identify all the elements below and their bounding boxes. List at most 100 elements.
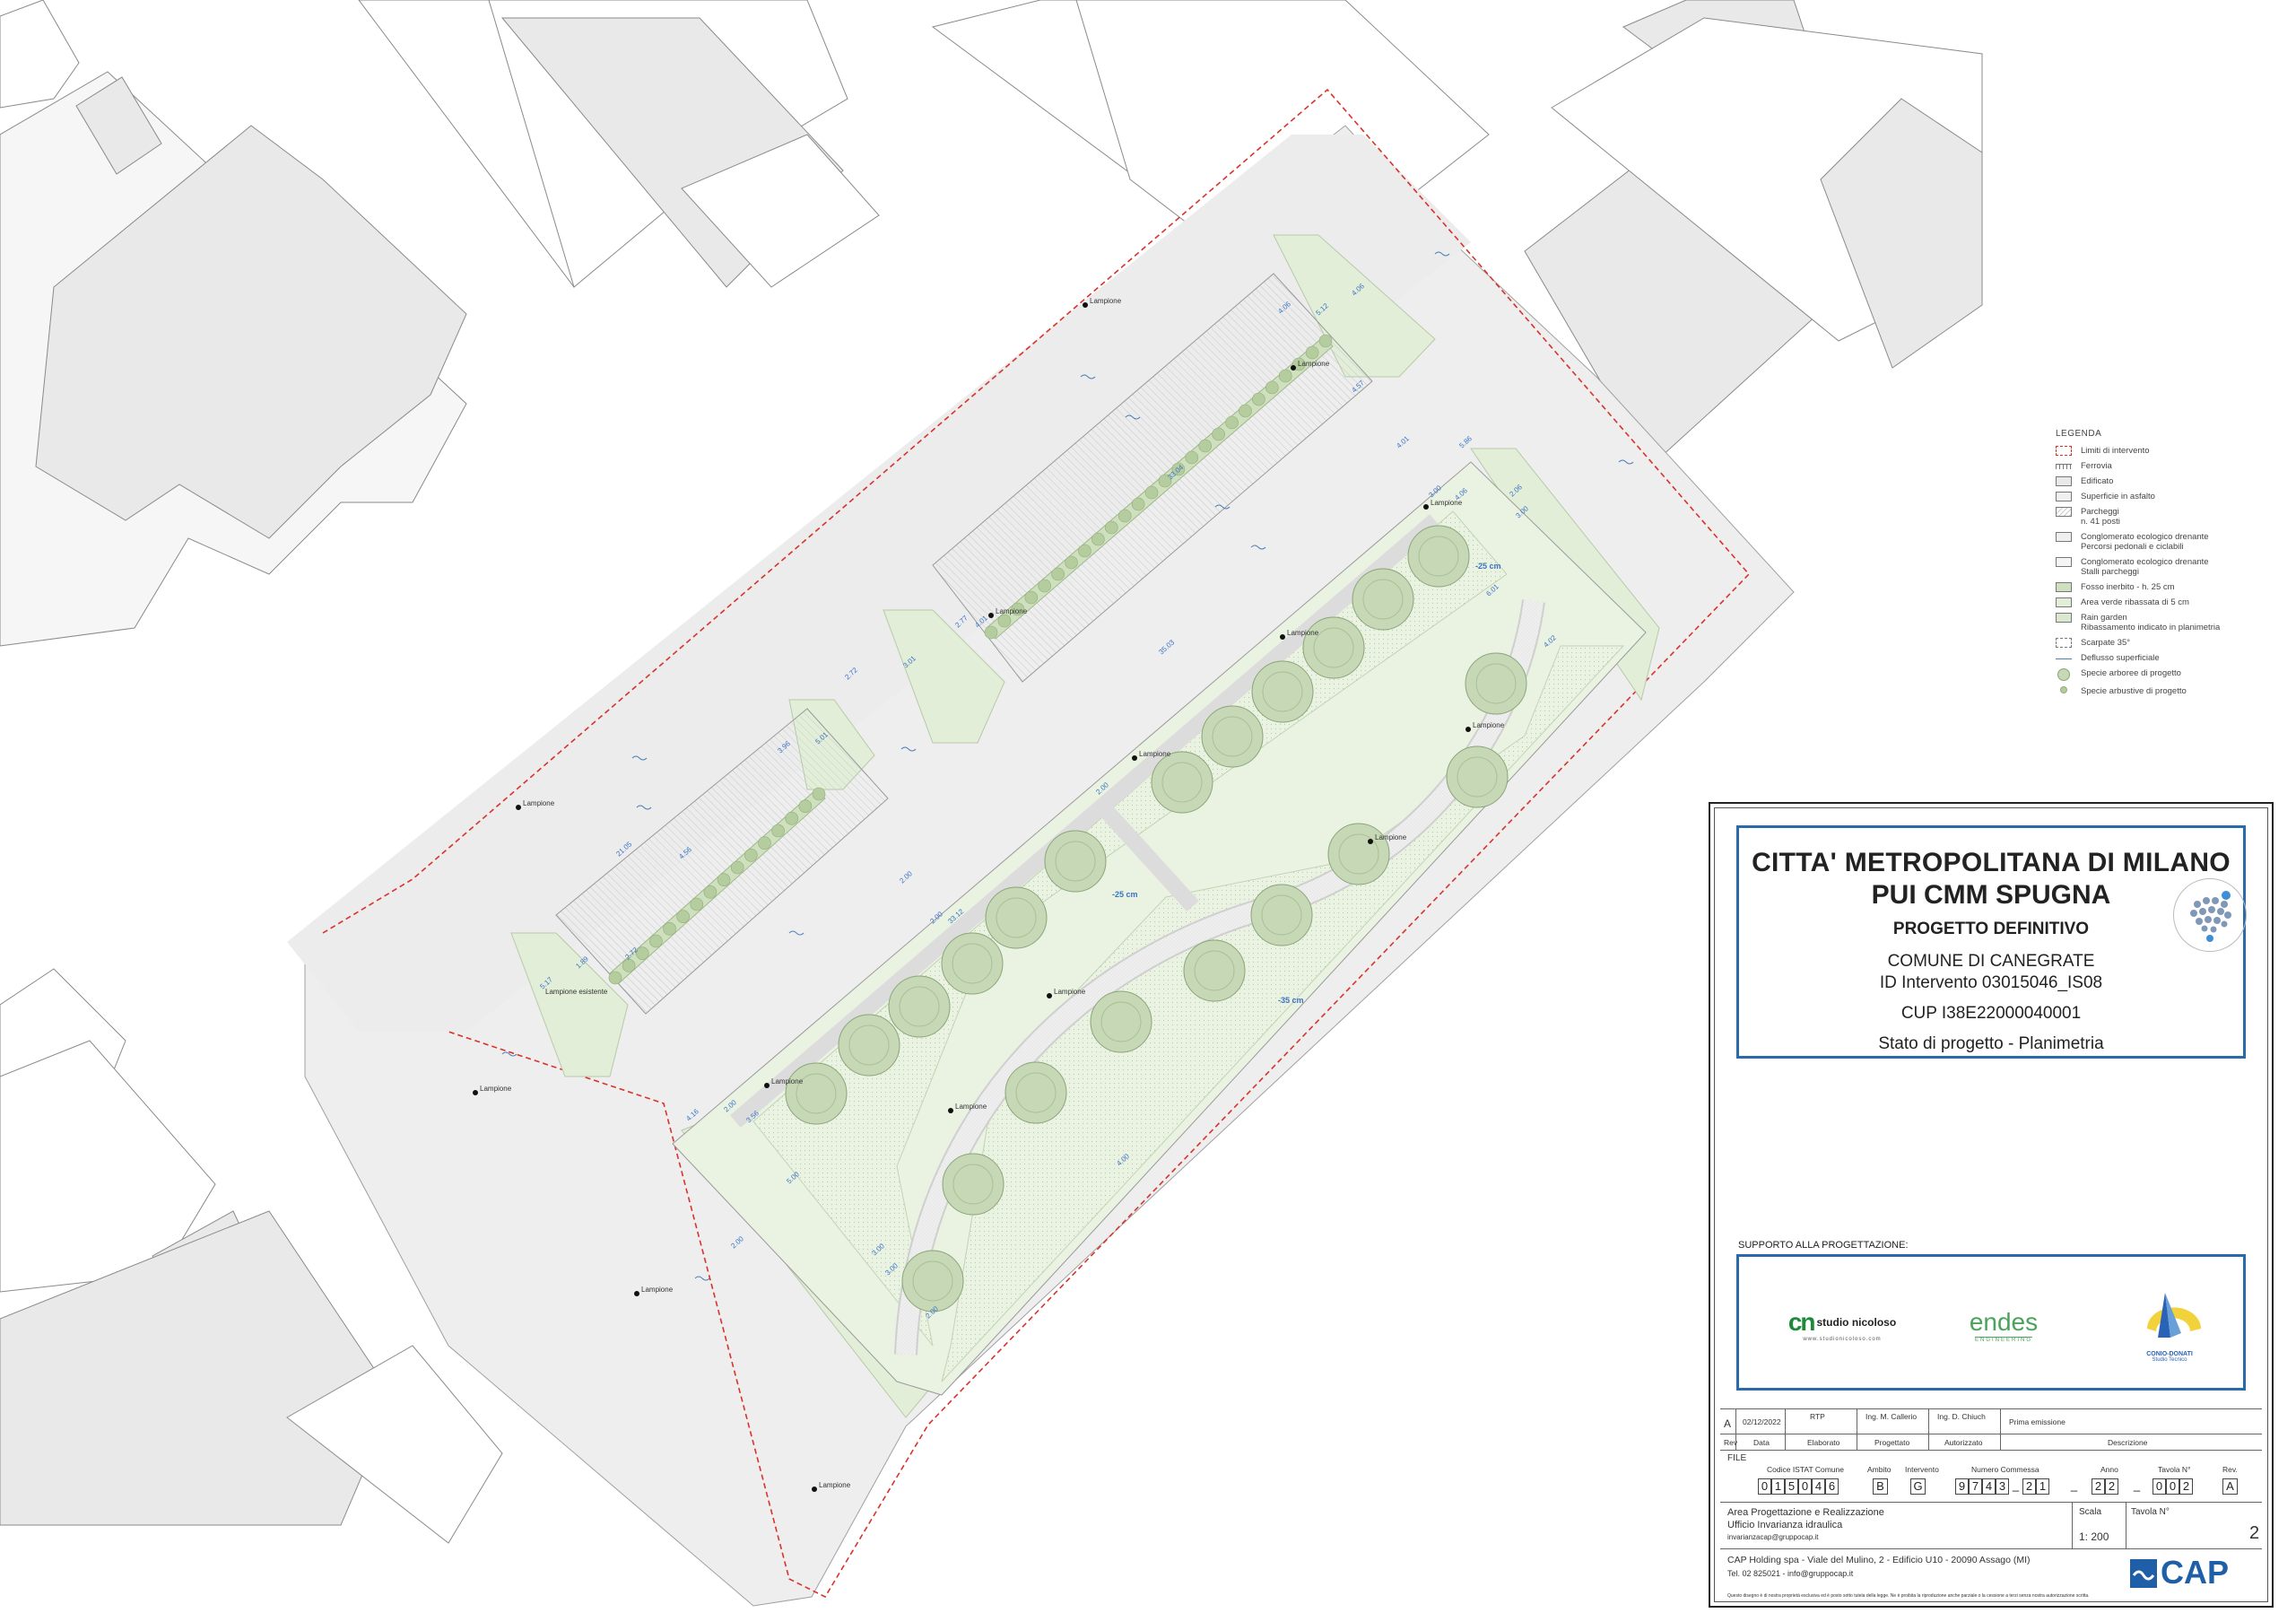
legend-limit-line-icon <box>2056 446 2072 456</box>
legend-label: Conglomerato ecologico drenante Stalli p… <box>2081 557 2209 577</box>
cap-logo: CAP <box>2130 1554 2265 1591</box>
tree <box>901 1250 964 1312</box>
copyright-notice: Questo disegno è di nostra proprietà esc… <box>1727 1593 2090 1599</box>
rev-code: A <box>2222 1478 2238 1495</box>
legend-item: Ferrovia <box>2056 461 2289 471</box>
company-address: CAP Holding spa - Viale del Mulino, 2 - … <box>1727 1555 2031 1565</box>
rev-date: 02/12/2022 <box>1743 1417 1781 1426</box>
partner-endes: endes ENGINEERING <box>1945 1257 2062 1393</box>
lamp-label: Lampione <box>1473 721 1505 729</box>
separator: _ <box>2133 1478 2141 1492</box>
hedge-shrub <box>1239 404 1252 418</box>
istat-digit: 6 <box>1825 1478 1839 1495</box>
tree <box>1407 525 1470 588</box>
legend-item: Area verde ribassata di 5 cm <box>2056 597 2289 607</box>
hdr-drawn: Elaborato <box>1807 1438 1840 1447</box>
hedge-shrub <box>1252 392 1265 406</box>
hedge-shrub <box>785 812 799 825</box>
legend-rain-garden-icon <box>2056 613 2072 623</box>
partner-conio-donati: CONIO-DONATI Studio Tecnico <box>2107 1257 2232 1393</box>
legend-building-icon <box>2056 476 2072 486</box>
legend-parking-icon <box>2056 507 2072 517</box>
hedge-shrub <box>1104 520 1118 535</box>
istat-digit: 5 <box>1785 1478 1798 1495</box>
hedge-shrub <box>1065 555 1078 570</box>
legend-item: Edificato <box>2056 476 2289 486</box>
legend-label: Parcheggi n. 41 posti <box>2081 507 2120 527</box>
tree <box>1044 830 1107 893</box>
rev-approved: Ing. D. Chiuch <box>1937 1412 1986 1421</box>
hedge-shrub <box>1131 497 1145 511</box>
hedge-shrub <box>690 897 704 911</box>
legend-item: Conglomerato ecologico drenante Stalli p… <box>2056 557 2289 577</box>
commessa-digit: 4 <box>1982 1478 1996 1495</box>
legend-tree-icon <box>2057 668 2070 681</box>
legend-item: Superficie in asfalto <box>2056 492 2289 501</box>
hedge-shrub <box>1305 345 1319 360</box>
level-label-1: -25 cm <box>1475 562 1501 571</box>
project-title-box: CITTA' METROPOLITANA DI MILANO PUI CMM S… <box>1736 825 2247 1059</box>
hedge-shrub <box>1198 439 1213 453</box>
legend-label: Fosso inerbito - h. 25 cm <box>2081 582 2175 592</box>
title-phase: PROGETTO DEFINITIVO <box>1892 920 2090 938</box>
hdr-approved: Autorizzato <box>1944 1438 1983 1447</box>
tree <box>1090 990 1152 1053</box>
legend-item: Conglomerato ecologico drenante Percorsi… <box>2056 532 2289 552</box>
table-label: Tavola N° <box>2131 1507 2170 1517</box>
hedge-shrub <box>1038 579 1051 593</box>
code-hdr-rev: Rev. <box>2222 1465 2238 1474</box>
lamp-post <box>1291 365 1296 371</box>
tree <box>888 975 951 1038</box>
support-partners-box: cn studio nicoloso www.studionicoloso.co… <box>1736 1254 2246 1391</box>
conio-donati-sub: Studio Tecnico <box>2152 1356 2187 1363</box>
legend-item: Limiti di intervento <box>2056 446 2289 456</box>
hdr-date: Data <box>1753 1438 1770 1447</box>
tree <box>785 1062 848 1125</box>
lamp-label: Lampione <box>1139 750 1171 758</box>
title-drawing-type: Stato di progetto - Planimetria <box>1878 1034 2104 1053</box>
tree <box>1183 939 1246 1002</box>
lamp-post <box>1132 755 1137 761</box>
lamp-label: Lampione <box>1054 988 1086 996</box>
istat-digit: 4 <box>1812 1478 1825 1495</box>
lamp-label: Lampione <box>1090 297 1122 305</box>
hedge-shrub <box>635 946 649 960</box>
lamp-label: Lampione <box>819 1481 851 1489</box>
legend-label: Conglomerato ecologico drenante Percorsi… <box>2081 532 2209 552</box>
tree <box>1352 568 1414 631</box>
lamp-post <box>516 805 521 810</box>
tree <box>1465 652 1527 715</box>
commessa-digit: 7 <box>1969 1478 1982 1495</box>
ambito-code: B <box>1873 1478 1888 1495</box>
lamp-post <box>1423 504 1429 510</box>
lamp-post <box>1280 634 1285 640</box>
title-project: PUI CMM SPUGNA <box>1871 880 2111 910</box>
hedge-shrub <box>744 849 758 862</box>
commessa-digit: 9 <box>1955 1478 1969 1495</box>
level-label-2: -25 cm <box>1112 890 1138 899</box>
hedge-shrub <box>997 614 1012 628</box>
legend-title: LEGENDA <box>2056 429 2102 439</box>
anno-digit: 2 <box>2105 1478 2118 1495</box>
office-email: invarianzacap@gruppocap.it <box>1727 1533 1819 1541</box>
code-hdr-tavola: Tavola N° <box>2158 1465 2191 1474</box>
code-hdr-istat: Codice ISTAT Comune <box>1767 1465 1844 1474</box>
legend-shrub-icon <box>2060 686 2067 693</box>
legend-item: Deflusso superficiale <box>2056 653 2289 663</box>
lamp-label: Lampione <box>1298 360 1330 368</box>
legend-item: Specie arboree di progetto <box>2056 668 2289 681</box>
title-authority: CITTA' METROPOLITANA DI MILANO <box>1752 848 2231 877</box>
tree <box>1004 1061 1067 1124</box>
legend-item: Parcheggi n. 41 posti <box>2056 507 2289 527</box>
legend-label: Scarpate 35° <box>2081 638 2131 648</box>
hedge-shrub <box>1185 450 1199 465</box>
hedge-shrub <box>1118 509 1132 523</box>
hedge-shrub <box>676 910 690 923</box>
legend-label: Deflusso superficiale <box>2081 653 2160 663</box>
code-hdr-ambito: Ambito <box>1867 1465 1892 1474</box>
lamp-label: Lampione <box>955 1103 987 1111</box>
office-name: Area Progettazione e Realizzazione <box>1727 1507 1884 1518</box>
hedge-shrub <box>1091 532 1105 546</box>
hdr-designed: Progettato <box>1874 1438 1910 1447</box>
endes-sub: ENGINEERING <box>1974 1336 2032 1343</box>
